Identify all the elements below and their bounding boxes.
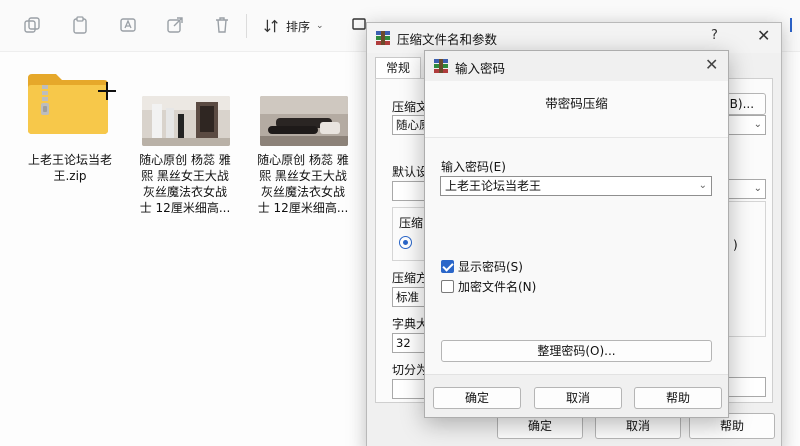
chevron-down-icon: ⌄ xyxy=(753,119,762,130)
show-password-label: 显示密码(S) xyxy=(458,260,523,274)
file-name: 随心原创 杨蕊 雅 熙 黑丝女王大战 灰丝魔法衣女战 士 12厘米细高... xyxy=(257,153,349,215)
chevron-down-icon: ⌄ xyxy=(316,21,324,31)
video-thumbnail xyxy=(260,96,348,146)
delete-icon[interactable] xyxy=(212,15,232,35)
show-password-checkbox[interactable]: 显示密码(S) xyxy=(441,258,523,275)
encrypt-filenames-checkbox[interactable]: 加密文件名(N) xyxy=(441,278,536,295)
chevron-down-icon[interactable]: ⌄ xyxy=(699,177,707,195)
password-label: 输入密码(E) xyxy=(441,160,506,174)
paste-icon[interactable] xyxy=(70,15,90,35)
toolbar-separator xyxy=(246,14,247,38)
password-dialog: 输入密码 ✕ 带密码压缩 输入密码(E) 上老王论坛当老王 ⌄ 显示密码(S) … xyxy=(424,50,729,418)
zip-folder-icon xyxy=(26,70,110,136)
password-dialog-header: 带密码压缩 xyxy=(425,81,728,137)
password-dialog-title: 输入密码 xyxy=(455,61,506,76)
copy-icon[interactable] xyxy=(22,15,42,35)
checkbox-checked[interactable] xyxy=(441,260,454,273)
password-group: 输入密码(E) 上老王论坛当老王 ⌄ 显示密码(S) 加密文件名(N) 整理密码… xyxy=(425,137,728,375)
close-icon[interactable]: ✕ xyxy=(705,55,718,74)
file-name: 随心原创 杨蕊 雅 熙 黑丝女王大战 灰丝魔法衣女战 士 12厘米细高... xyxy=(139,153,231,215)
winrar-icon xyxy=(375,30,391,46)
password-value: 上老王论坛当老王 xyxy=(445,179,542,193)
cursor-crosshair-icon xyxy=(98,82,116,100)
sort-button[interactable]: 排序 ⌄ xyxy=(262,14,324,38)
cancel-button[interactable]: 取消 xyxy=(534,387,622,409)
password-input[interactable]: 上老王论坛当老王 ⌄ xyxy=(440,176,712,196)
details-pane-icon[interactable] xyxy=(790,18,796,32)
chevron-down-icon: ⌄ xyxy=(753,183,762,194)
winrar-icon xyxy=(433,58,449,74)
compress-dialog-title: 压缩文件名和参数 xyxy=(397,32,498,47)
video-thumbnail xyxy=(142,96,230,146)
format-radio[interactable] xyxy=(399,236,412,249)
options-frag: ) xyxy=(733,238,738,252)
encrypt-filenames-label: 加密文件名(N) xyxy=(458,280,537,294)
file-item[interactable]: 随心原创 杨蕊 雅 熙 黑丝女王大战 灰丝魔法衣女战 士 12厘米细高... xyxy=(250,92,356,222)
file-item[interactable]: 上老王论坛当老 王.zip xyxy=(18,68,122,188)
close-icon[interactable]: ✕ xyxy=(757,26,770,45)
ok-button[interactable]: 确定 xyxy=(433,387,521,409)
compress-dialog-titlebar[interactable]: 压缩文件名和参数 ? ✕ xyxy=(367,23,781,53)
checkbox-unchecked[interactable] xyxy=(441,280,454,293)
help-button[interactable]: 帮助 xyxy=(634,387,722,409)
share-icon[interactable] xyxy=(165,15,185,35)
help-icon[interactable]: ? xyxy=(711,28,718,43)
sort-icon xyxy=(264,19,278,33)
file-item[interactable]: 随心原创 杨蕊 雅 熙 黑丝女王大战 灰丝魔法衣女战 士 12厘米细高... xyxy=(132,92,238,222)
sort-label: 排序 xyxy=(286,19,311,34)
password-dialog-titlebar[interactable]: 输入密码 ✕ xyxy=(425,51,728,81)
tab-general[interactable]: 常规 xyxy=(375,57,421,79)
organize-passwords-button[interactable]: 整理密码(O)... xyxy=(441,340,712,362)
header-text: 带密码压缩 xyxy=(545,96,608,111)
file-name: 上老王论坛当老 王.zip xyxy=(27,153,112,183)
rename-icon[interactable] xyxy=(118,15,138,35)
